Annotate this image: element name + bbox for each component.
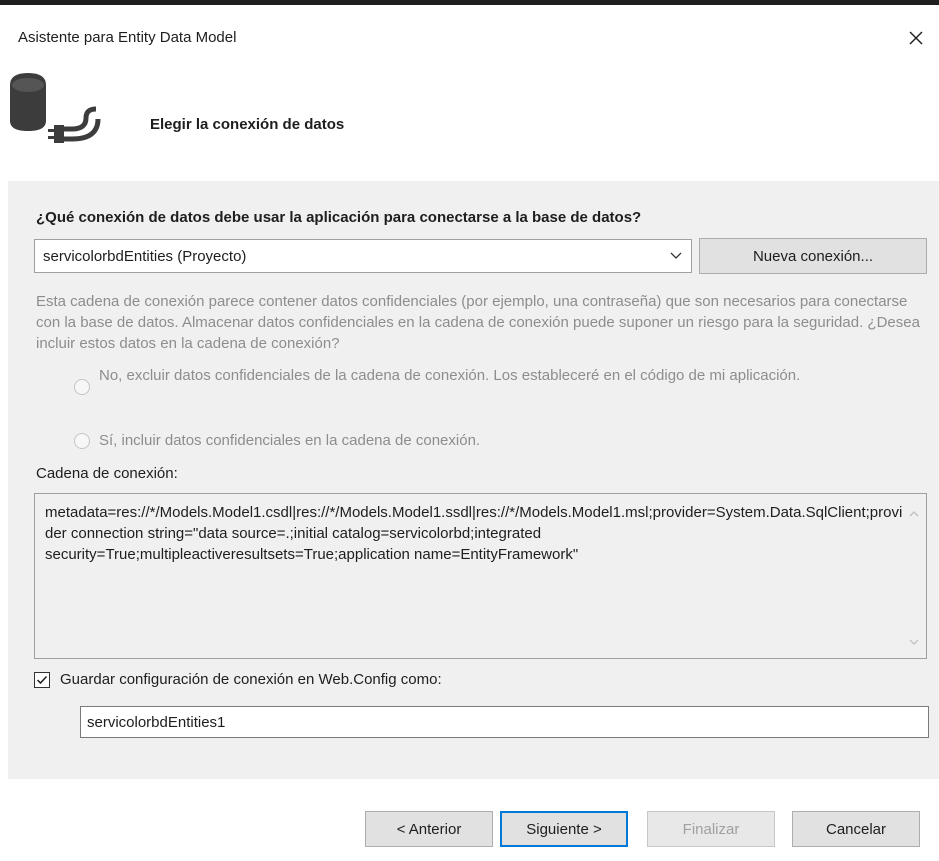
wizard-window: Asistente para Entity Data Model Elegir … (0, 0, 939, 861)
connection-string-box[interactable]: metadata=res://*/Models.Model1.csdl|res:… (34, 493, 927, 659)
radio-exclude-label: No, excluir datos confidenciales de la c… (99, 367, 801, 384)
close-icon (909, 31, 923, 45)
close-button[interactable] (901, 23, 931, 53)
scroll-down-icon[interactable] (906, 634, 922, 650)
save-config-checkbox-row[interactable]: Guardar configuración de conexión en Web… (34, 671, 442, 688)
radio-include-sensitive[interactable]: Sí, incluir datos confidenciales en la c… (74, 430, 480, 451)
cancel-button[interactable]: Cancelar (792, 811, 920, 847)
previous-button[interactable]: < Anterior (365, 811, 493, 847)
radio-include-circle[interactable] (74, 433, 90, 449)
entities-name-input[interactable] (80, 706, 929, 738)
new-connection-button[interactable]: Nueva conexión... (699, 238, 927, 274)
connection-select-value: servicolorbdEntities (Proyecto) (43, 247, 247, 265)
connection-question: ¿Qué conexión de datos debe usar la apli… (36, 209, 642, 226)
radio-exclude-circle[interactable] (74, 379, 90, 395)
title-bar: Asistente para Entity Data Model (0, 5, 939, 69)
connection-select[interactable]: servicolorbdEntities (Proyecto) (34, 239, 692, 273)
save-config-checkbox[interactable] (34, 671, 50, 688)
save-config-label: Guardar configuración de conexión en Web… (60, 671, 442, 688)
connection-string-label: Cadena de conexión: (36, 465, 178, 482)
scroll-up-icon[interactable] (906, 506, 922, 522)
connection-string-text: metadata=res://*/Models.Model1.csdl|res:… (45, 504, 903, 563)
page-title: Elegir la conexión de datos (150, 116, 345, 133)
content-panel: ¿Qué conexión de datos debe usar la apli… (8, 181, 939, 779)
finish-button: Finalizar (647, 811, 775, 847)
radio-include-label: Sí, incluir datos confidenciales en la c… (99, 432, 481, 449)
radio-exclude-sensitive[interactable]: No, excluir datos confidenciales de la c… (74, 365, 874, 395)
next-button[interactable]: Siguiente > (500, 811, 628, 847)
database-plug-icon (10, 73, 101, 143)
checkmark-icon (36, 675, 48, 684)
sensitive-data-warning: Esta cadena de conexión parece contener … (36, 293, 920, 352)
chevron-down-icon (661, 252, 691, 260)
window-title: Asistente para Entity Data Model (18, 29, 237, 46)
